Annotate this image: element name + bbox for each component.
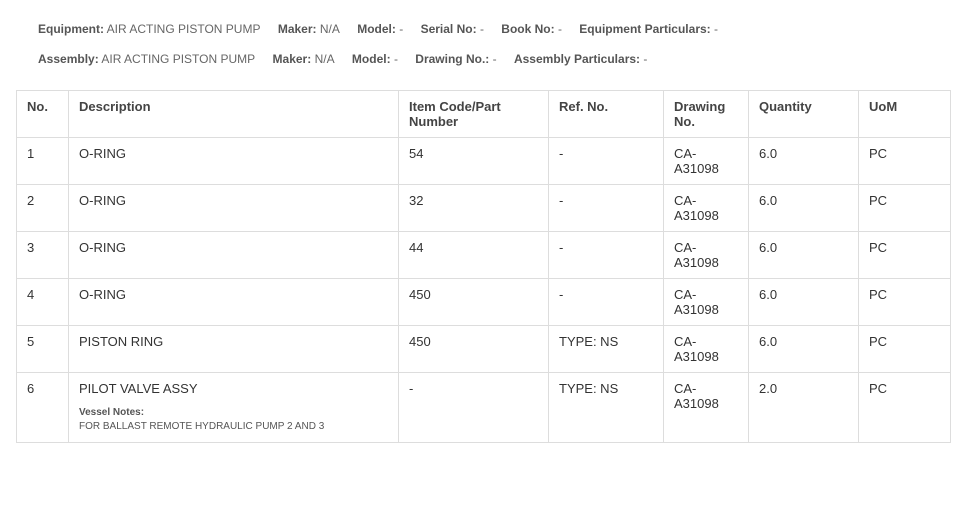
- vessel-notes: Vessel Notes: FOR BALLAST REMOTE HYDRAULI…: [79, 406, 388, 434]
- table-row: 3 O-RING 44-CA-A310986.0PC: [17, 232, 951, 279]
- as-drawing-value: -: [493, 52, 497, 66]
- assembly-label: Assembly:: [38, 52, 99, 66]
- cell-quantity: 6.0: [749, 232, 859, 279]
- equipment-label: Equipment:: [38, 22, 104, 36]
- cell-no: 2: [17, 185, 69, 232]
- eq-serial-value: -: [480, 22, 484, 36]
- eq-book-value: -: [558, 22, 562, 36]
- table-row: 4 O-RING 450-CA-A310986.0PC: [17, 279, 951, 326]
- cell-ref-no: -: [549, 138, 664, 185]
- col-uom: UoM: [859, 91, 951, 138]
- cell-quantity: 6.0: [749, 326, 859, 373]
- cell-description: O-RING: [69, 279, 399, 326]
- vessel-notes-text: FOR BALLAST REMOTE HYDRAULIC PUMP 2 AND …: [79, 421, 324, 432]
- col-desc: Description: [69, 91, 399, 138]
- table-row: 1 O-RING 54-CA-A310986.0PC: [17, 138, 951, 185]
- cell-no: 4: [17, 279, 69, 326]
- equipment-value: AIR ACTING PISTON PUMP: [107, 22, 261, 36]
- eq-book-label: Book No:: [501, 22, 554, 36]
- col-no: No.: [17, 91, 69, 138]
- cell-ref-no: TYPE: NS: [549, 373, 664, 443]
- eq-maker-label: Maker:: [278, 22, 317, 36]
- cell-uom: PC: [859, 326, 951, 373]
- as-maker-value: N/A: [315, 52, 335, 66]
- cell-no: 5: [17, 326, 69, 373]
- as-model-value: -: [394, 52, 398, 66]
- eq-model-value: -: [399, 22, 403, 36]
- cell-description: PILOT VALVE ASSY Vessel Notes: FOR BALLAST…: [69, 373, 399, 443]
- cell-description: PISTON RING: [69, 326, 399, 373]
- eq-serial-label: Serial No:: [421, 22, 477, 36]
- description-text: O-RING: [79, 193, 126, 208]
- cell-description: O-RING: [69, 138, 399, 185]
- as-maker-label: Maker:: [273, 52, 312, 66]
- cell-no: 3: [17, 232, 69, 279]
- table-header-row: No. Description Item Code/Part Number Re…: [17, 91, 951, 138]
- table-row: 6 PILOT VALVE ASSY Vessel Notes: FOR BALLAS…: [17, 373, 951, 443]
- description-text: O-RING: [79, 287, 126, 302]
- as-drawing-label: Drawing No.:: [415, 52, 489, 66]
- eq-particulars-value: -: [714, 22, 718, 36]
- equipment-metadata: Equipment: AIR ACTING PISTON PUMP Maker:…: [16, 10, 951, 90]
- cell-uom: PC: [859, 185, 951, 232]
- assembly-value: AIR ACTING PISTON PUMP: [101, 52, 255, 66]
- cell-drawing-no: CA-A31098: [664, 279, 749, 326]
- cell-no: 1: [17, 138, 69, 185]
- cell-drawing-no: CA-A31098: [664, 326, 749, 373]
- description-text: PISTON RING: [79, 334, 163, 349]
- cell-uom: PC: [859, 279, 951, 326]
- cell-drawing-no: CA-A31098: [664, 185, 749, 232]
- cell-quantity: 2.0: [749, 373, 859, 443]
- cell-item-code: 450: [399, 326, 549, 373]
- cell-item-code: 54: [399, 138, 549, 185]
- cell-drawing-no: CA-A31098: [664, 138, 749, 185]
- col-ref: Ref. No.: [549, 91, 664, 138]
- cell-description: O-RING: [69, 232, 399, 279]
- cell-ref-no: TYPE: NS: [549, 326, 664, 373]
- cell-ref-no: -: [549, 185, 664, 232]
- as-particulars-label: Assembly Particulars:: [514, 52, 640, 66]
- eq-particulars-label: Equipment Particulars:: [579, 22, 710, 36]
- cell-uom: PC: [859, 232, 951, 279]
- description-text: O-RING: [79, 146, 126, 161]
- as-model-label: Model:: [352, 52, 391, 66]
- cell-quantity: 6.0: [749, 185, 859, 232]
- cell-ref-no: -: [549, 279, 664, 326]
- cell-ref-no: -: [549, 232, 664, 279]
- vessel-notes-label: Vessel Notes:: [79, 407, 144, 418]
- cell-uom: PC: [859, 138, 951, 185]
- cell-quantity: 6.0: [749, 279, 859, 326]
- col-draw: Drawing No.: [664, 91, 749, 138]
- eq-model-label: Model:: [357, 22, 396, 36]
- as-particulars-value: -: [643, 52, 647, 66]
- assembly-row: Assembly: AIR ACTING PISTON PUMP Maker: …: [38, 50, 937, 68]
- cell-description: O-RING: [69, 185, 399, 232]
- cell-uom: PC: [859, 373, 951, 443]
- cell-item-code: 32: [399, 185, 549, 232]
- eq-maker-value: N/A: [320, 22, 340, 36]
- cell-drawing-no: CA-A31098: [664, 232, 749, 279]
- description-text: O-RING: [79, 240, 126, 255]
- cell-item-code: 450: [399, 279, 549, 326]
- equipment-row: Equipment: AIR ACTING PISTON PUMP Maker:…: [38, 20, 937, 38]
- parts-table: No. Description Item Code/Part Number Re…: [16, 90, 951, 443]
- col-qty: Quantity: [749, 91, 859, 138]
- table-row: 2 O-RING 32-CA-A310986.0PC: [17, 185, 951, 232]
- cell-item-code: -: [399, 373, 549, 443]
- cell-item-code: 44: [399, 232, 549, 279]
- description-text: PILOT VALVE ASSY: [79, 381, 198, 396]
- cell-drawing-no: CA-A31098: [664, 373, 749, 443]
- table-row: 5 PISTON RING 450TYPE: NSCA-A310986.0PC: [17, 326, 951, 373]
- cell-no: 6: [17, 373, 69, 443]
- cell-quantity: 6.0: [749, 138, 859, 185]
- col-item: Item Code/Part Number: [399, 91, 549, 138]
